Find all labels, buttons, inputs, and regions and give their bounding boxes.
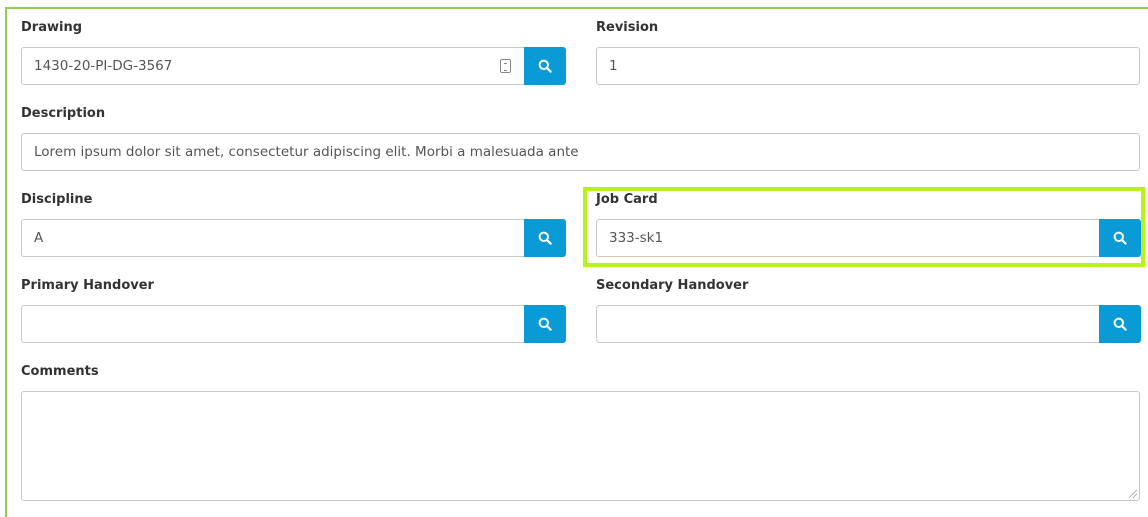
comments-label: Comments [21, 364, 99, 379]
drawing-input[interactable]: 1430-20-PI-DG-3567 [21, 47, 524, 85]
job-card-label: Job Card [596, 192, 658, 207]
search-icon [1113, 231, 1127, 245]
comments-textarea[interactable] [21, 391, 1140, 501]
discipline-label: Discipline [21, 192, 93, 207]
secondary-handover-label: Secondary Handover [596, 278, 749, 293]
search-icon [538, 317, 552, 331]
search-icon [538, 231, 552, 245]
revision-input[interactable]: 1 [596, 47, 1140, 85]
comments-value [22, 392, 1139, 408]
revision-label: Revision [596, 20, 659, 35]
search-icon [1113, 317, 1127, 331]
description-input[interactable]: Lorem ipsum dolor sit amet, consectetur … [21, 133, 1140, 171]
primary-handover-search-button[interactable] [524, 305, 566, 343]
description-label: Description [21, 106, 106, 121]
discipline-input[interactable]: A [21, 219, 524, 257]
secondary-handover-search-button[interactable] [1099, 305, 1141, 343]
job-card-input[interactable]: 333-sk1 [596, 219, 1099, 257]
primary-handover-label: Primary Handover [21, 278, 154, 293]
drawing-label: Drawing [21, 20, 83, 35]
secondary-handover-input[interactable] [596, 305, 1099, 343]
copy-icon[interactable] [500, 59, 511, 73]
drawing-search-button[interactable] [524, 47, 566, 85]
search-icon [538, 59, 552, 73]
primary-handover-input[interactable] [21, 305, 524, 343]
job-card-search-button[interactable] [1099, 219, 1141, 257]
resize-handle-icon[interactable] [1129, 490, 1137, 498]
discipline-search-button[interactable] [524, 219, 566, 257]
